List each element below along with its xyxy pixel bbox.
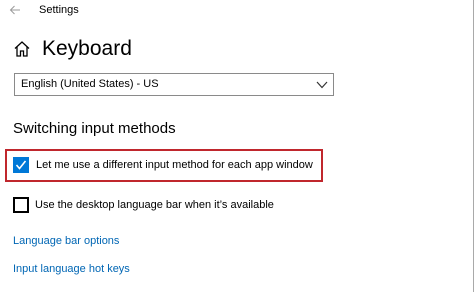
back-arrow-icon — [9, 5, 20, 15]
settings-window: Settings Keyboard English (United States… — [0, 0, 474, 292]
language-dropdown[interactable]: English (United States) - US — [14, 73, 334, 96]
checkbox-label[interactable]: Let me use a different input method for … — [36, 159, 313, 171]
home-icon — [14, 41, 30, 57]
checkbox-label[interactable]: Use the desktop language bar when it’s a… — [35, 199, 274, 211]
app-title: Settings — [39, 4, 79, 16]
desktop-language-bar-checkbox[interactable] — [13, 197, 29, 213]
page-title: Keyboard — [42, 37, 132, 60]
language-bar-options-link[interactable]: Language bar options — [13, 235, 119, 247]
chevron-down-icon — [316, 81, 328, 89]
back-button[interactable] — [4, 1, 26, 19]
section-heading: Switching input methods — [13, 120, 176, 137]
title-bar: Settings — [0, 0, 473, 22]
dropdown-value: English (United States) - US — [21, 78, 159, 90]
per-app-input-method-checkbox[interactable] — [13, 157, 29, 173]
checkmark-icon — [15, 160, 27, 170]
input-language-hot-keys-link[interactable]: Input language hot keys — [13, 263, 130, 275]
